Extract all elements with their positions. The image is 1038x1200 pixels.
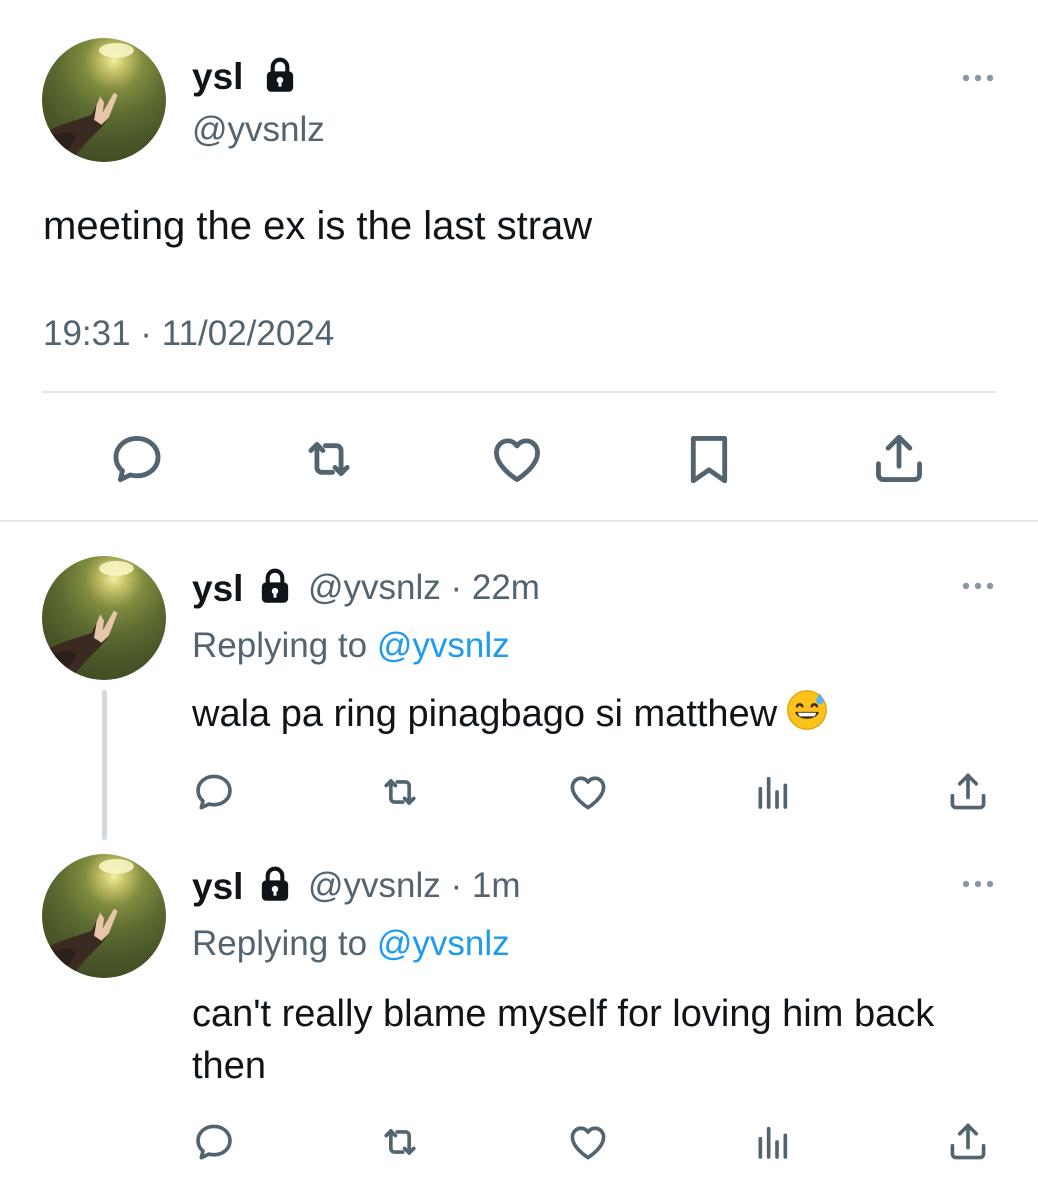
reply-text: can't really blame myself for loving him… bbox=[192, 993, 935, 1087]
tweet-text: meeting the ex is the last straw bbox=[43, 204, 593, 248]
share-icon[interactable] bbox=[946, 770, 990, 814]
lock-icon bbox=[257, 567, 293, 605]
retweet-icon[interactable] bbox=[378, 1120, 422, 1164]
section-divider bbox=[0, 520, 1038, 522]
reply-icon[interactable] bbox=[108, 430, 166, 488]
replying-to: Replying to @yvsnlz bbox=[192, 626, 510, 666]
display-name[interactable]: ysl bbox=[192, 568, 243, 610]
mention-link[interactable]: @yvsnlz bbox=[377, 924, 510, 963]
divider bbox=[42, 391, 996, 393]
replying-to: Replying to @yvsnlz bbox=[192, 924, 510, 964]
like-icon[interactable] bbox=[566, 770, 610, 814]
display-name[interactable]: ysl bbox=[192, 866, 243, 908]
replying-to-label: Replying to bbox=[192, 924, 368, 963]
reply-text-content: wala pa ring pinagbago si matthew bbox=[192, 693, 778, 735]
grinning-face-with-sweat-icon bbox=[785, 688, 829, 732]
reply-icon[interactable] bbox=[192, 770, 236, 814]
thread-line bbox=[102, 690, 107, 840]
reply-icon[interactable] bbox=[192, 1120, 236, 1164]
mention-link[interactable]: @yvsnlz bbox=[377, 626, 510, 665]
avatar[interactable] bbox=[42, 38, 166, 162]
reply-text: wala pa ring pinagbago si matthew bbox=[192, 688, 1002, 740]
timestamp[interactable]: 19:31 · 11/02/2024 bbox=[43, 314, 334, 354]
share-icon[interactable] bbox=[870, 430, 928, 488]
views-icon[interactable] bbox=[752, 772, 792, 812]
more-icon[interactable] bbox=[960, 878, 996, 890]
replying-to-label: Replying to bbox=[192, 626, 368, 665]
lock-icon bbox=[257, 865, 293, 903]
avatar[interactable] bbox=[42, 854, 166, 978]
retweet-icon[interactable] bbox=[300, 430, 358, 488]
like-icon[interactable] bbox=[488, 430, 546, 488]
lock-icon bbox=[262, 56, 298, 94]
avatar[interactable] bbox=[42, 556, 166, 680]
share-icon[interactable] bbox=[946, 1120, 990, 1164]
handle[interactable]: @yvsnlz bbox=[192, 110, 325, 150]
handle-time[interactable]: @yvsnlz · 1m bbox=[308, 866, 521, 906]
handle-time[interactable]: @yvsnlz · 22m bbox=[308, 568, 540, 608]
like-icon[interactable] bbox=[566, 1120, 610, 1164]
retweet-icon[interactable] bbox=[378, 770, 422, 814]
more-icon[interactable] bbox=[960, 72, 996, 84]
bookmark-icon[interactable] bbox=[680, 430, 738, 488]
views-icon[interactable] bbox=[752, 1122, 792, 1162]
display-name[interactable]: ysl bbox=[192, 56, 243, 98]
more-icon[interactable] bbox=[960, 580, 996, 592]
